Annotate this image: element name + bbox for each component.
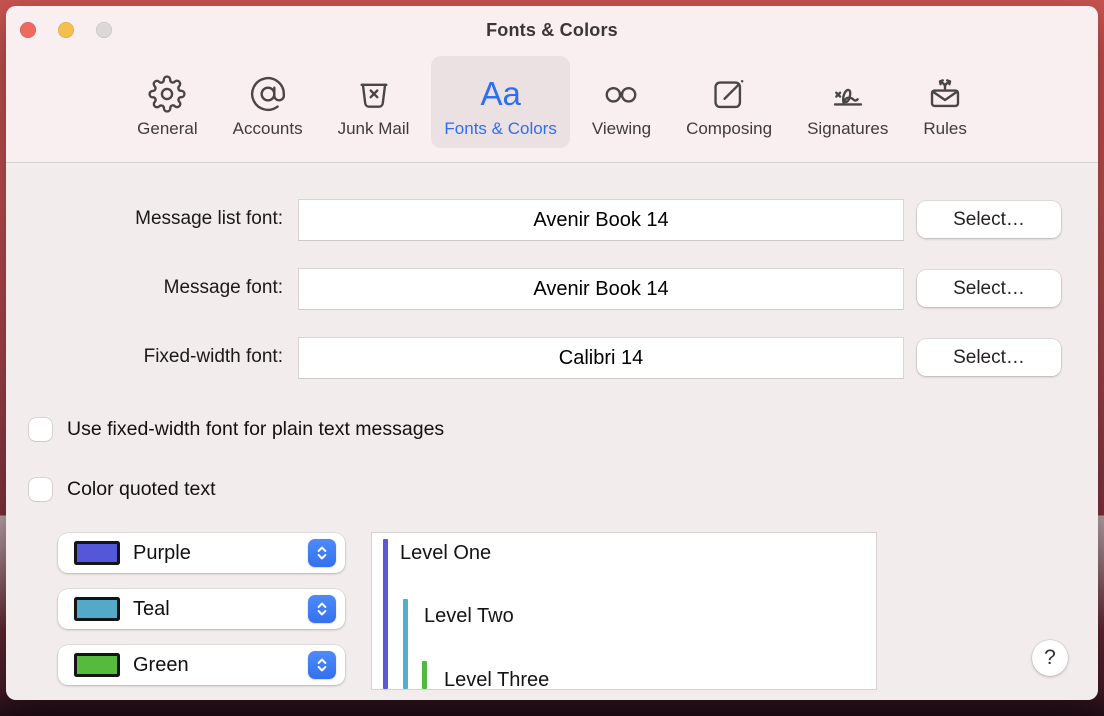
color-quoted-text-checkbox[interactable]: [29, 478, 52, 501]
fixed-width-font-select-button[interactable]: Select…: [917, 339, 1061, 376]
level-one-text: Level One: [400, 542, 492, 564]
use-fixed-width-label: Use fixed-width font for plain text mess…: [67, 418, 445, 440]
quote-bar-level2: [403, 599, 408, 689]
desktop-background: { "window": { "title": "Fonts & Colors" …: [0, 0, 1104, 716]
preferences-toolbar: General Accounts Junk Mail Aa Fonts & Co…: [6, 56, 1098, 148]
level-two-text: Level Two: [424, 605, 514, 627]
aa-fonts-icon: Aa: [480, 75, 521, 112]
tab-label: Accounts: [232, 119, 303, 138]
window-header: Fonts & Colors General Accounts Junk Mai…: [6, 6, 1098, 163]
message-list-font-label: Message list font:: [135, 208, 283, 229]
message-list-font-select-button[interactable]: Select…: [917, 201, 1061, 238]
junk-bin-icon: [355, 73, 393, 115]
level-three-text: Level Three: [444, 669, 550, 691]
quote-bar-level3: [422, 661, 427, 689]
green-swatch: [74, 653, 120, 677]
tab-fonts-colors[interactable]: Aa Fonts & Colors: [431, 56, 570, 148]
tab-accounts[interactable]: Accounts: [220, 56, 316, 148]
message-font-value: Avenir Book 14: [298, 268, 904, 310]
message-list-font-value: Avenir Book 14: [298, 199, 904, 241]
preferences-window: Fonts & Colors General Accounts Junk Mai…: [6, 6, 1098, 700]
tab-composing[interactable]: Composing: [673, 56, 785, 148]
at-sign-icon: [249, 73, 287, 115]
chevron-up-down-icon[interactable]: [308, 595, 336, 623]
quote-color-popup-level3[interactable]: Green: [58, 645, 345, 685]
tab-label: Viewing: [591, 119, 652, 138]
rules-envelope-icon: [926, 73, 964, 115]
glasses-icon: [602, 73, 640, 115]
purple-swatch: [74, 541, 120, 565]
chevron-up-down-icon[interactable]: [308, 539, 336, 567]
tab-rules[interactable]: Rules: [910, 56, 979, 148]
message-font-select-button[interactable]: Select…: [917, 270, 1061, 307]
tab-label: Fonts & Colors: [444, 119, 557, 138]
compose-icon: [710, 73, 748, 115]
quote-color-popup-level2[interactable]: Teal: [58, 589, 345, 629]
signature-icon: [829, 73, 867, 115]
color-quoted-text-label: Color quoted text: [67, 478, 216, 500]
use-fixed-width-checkbox[interactable]: [29, 418, 52, 441]
gear-icon: [148, 73, 187, 115]
help-button[interactable]: ?: [1032, 640, 1068, 676]
quote-color-popup-level1[interactable]: Purple: [58, 533, 345, 573]
popup-label: Purple: [133, 541, 191, 564]
window-title: Fonts & Colors: [486, 20, 618, 40]
teal-swatch: [74, 597, 120, 621]
message-font-label: Message font:: [163, 277, 283, 298]
fixed-width-font-label: Fixed-width font:: [143, 346, 283, 367]
tab-label: Rules: [923, 119, 967, 138]
chevron-up-down-icon[interactable]: [308, 651, 336, 679]
tab-label: Signatures: [807, 119, 889, 138]
quote-preview-box: Level One Level Two Level Three: [371, 532, 877, 691]
tab-label: Composing: [686, 119, 773, 138]
popup-label: Teal: [133, 597, 170, 620]
quote-bar-level1: [383, 539, 388, 689]
tab-label: Junk Mail: [337, 119, 410, 138]
tab-label: General: [137, 119, 198, 138]
tab-junk-mail[interactable]: Junk Mail: [325, 56, 423, 148]
fixed-width-font-value: Calibri 14: [298, 337, 904, 379]
popup-label: Green: [133, 653, 189, 676]
tab-signatures[interactable]: Signatures: [794, 56, 901, 148]
tab-viewing[interactable]: Viewing: [579, 56, 664, 148]
tab-general[interactable]: General: [124, 56, 210, 148]
